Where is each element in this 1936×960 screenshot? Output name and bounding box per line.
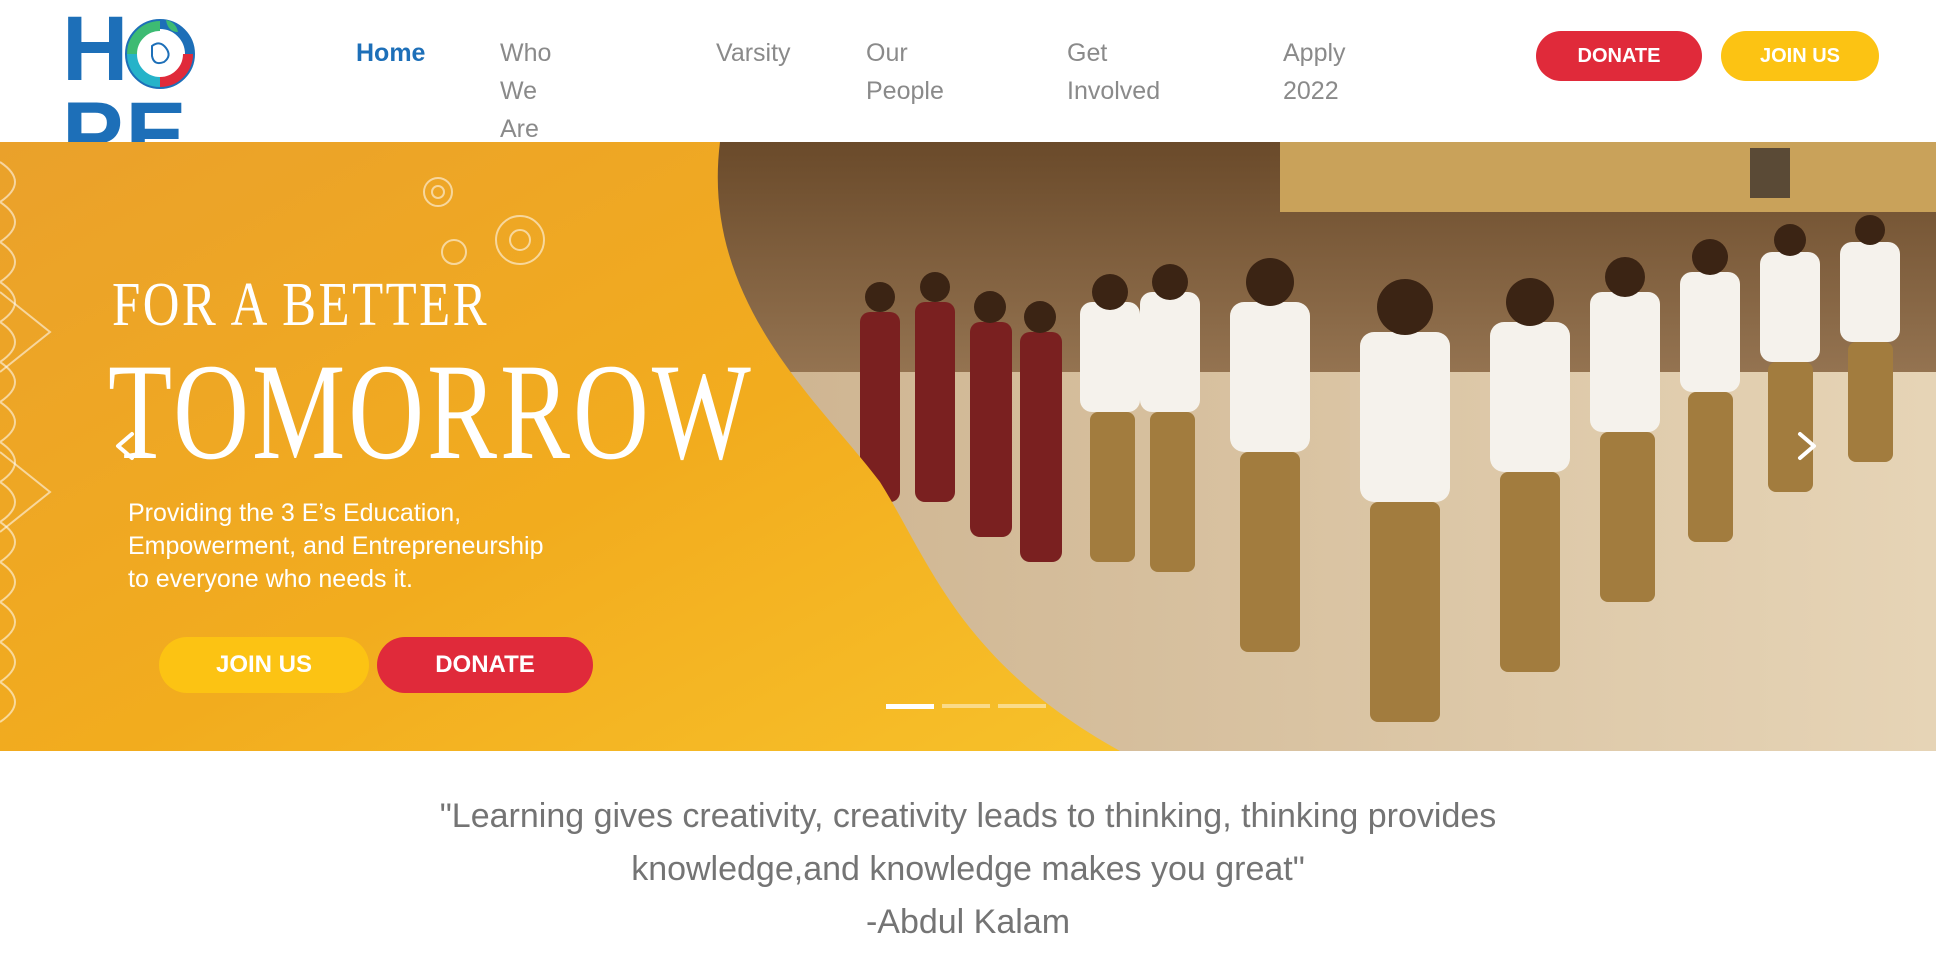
nav-item-label: Home xyxy=(356,39,426,67)
header-donate-button[interactable]: DONATE xyxy=(1536,31,1702,81)
chevron-left-icon[interactable] xyxy=(106,426,146,466)
carousel-dot-2[interactable] xyxy=(942,704,990,708)
nav-item-label-line2: 2022 xyxy=(1283,77,1339,105)
carousel-dot-3[interactable] xyxy=(998,704,1046,708)
nav-item-our-people[interactable]: Our People xyxy=(866,34,944,110)
hero-join-button[interactable]: JOIN US xyxy=(159,637,369,693)
hero-subtitle-line: to everyone who needs it. xyxy=(128,565,413,593)
site-header: HPE Home Who We Are Varsity Our People G… xyxy=(0,0,1936,181)
hero-carousel: FOR A BETTER TOMORROW Providing the 3 E’… xyxy=(0,142,1936,751)
carousel-indicators xyxy=(886,704,1046,712)
nav-item-label-line2: People xyxy=(866,77,944,105)
quote-line: knowledge,and knowledge makes you great" xyxy=(631,850,1305,888)
nav-item-label: Varsity xyxy=(716,39,791,67)
hero-subtitle-line: Empowerment, and Entrepreneurship xyxy=(128,532,544,560)
nav-item-label: Apply xyxy=(1283,39,1346,67)
nav-item-apply-2022[interactable]: Apply 2022 xyxy=(1283,34,1346,110)
hero-subtitle-line: Providing the 3 E’s Education, xyxy=(128,499,462,527)
nav-item-get-involved[interactable]: Get Involved xyxy=(1067,34,1160,110)
nav-item-varsity[interactable]: Varsity xyxy=(716,34,791,72)
nav-item-label: Our xyxy=(866,39,908,67)
quote-author: -Abdul Kalam xyxy=(865,903,1071,941)
hero-heading-large: TOMORROW xyxy=(108,335,754,488)
nav-item-home[interactable]: Home xyxy=(356,34,425,72)
nav-item-label: Get xyxy=(1067,39,1108,67)
quote-line: "Learning gives creativity, creativity l… xyxy=(439,797,1497,835)
hero-heading-small: FOR A BETTER xyxy=(112,271,489,339)
hero-donate-button[interactable]: DONATE xyxy=(377,637,593,693)
logo-globe-icon xyxy=(125,19,195,89)
hero-subtitle: Providing the 3 E’s Education, Empowerme… xyxy=(128,497,688,596)
quote-section: "Learning gives creativity, creativity l… xyxy=(0,790,1936,949)
nav-item-who-we-are[interactable]: Who We Are xyxy=(500,34,551,148)
nav-item-label: Who We xyxy=(500,39,552,105)
nav-item-label-line2: Involved xyxy=(1067,77,1161,105)
header-join-button[interactable]: JOIN US xyxy=(1721,31,1879,81)
chevron-right-icon[interactable] xyxy=(1786,426,1826,466)
carousel-dot-1[interactable] xyxy=(886,704,934,709)
hope-logo[interactable]: HPE xyxy=(62,3,308,181)
